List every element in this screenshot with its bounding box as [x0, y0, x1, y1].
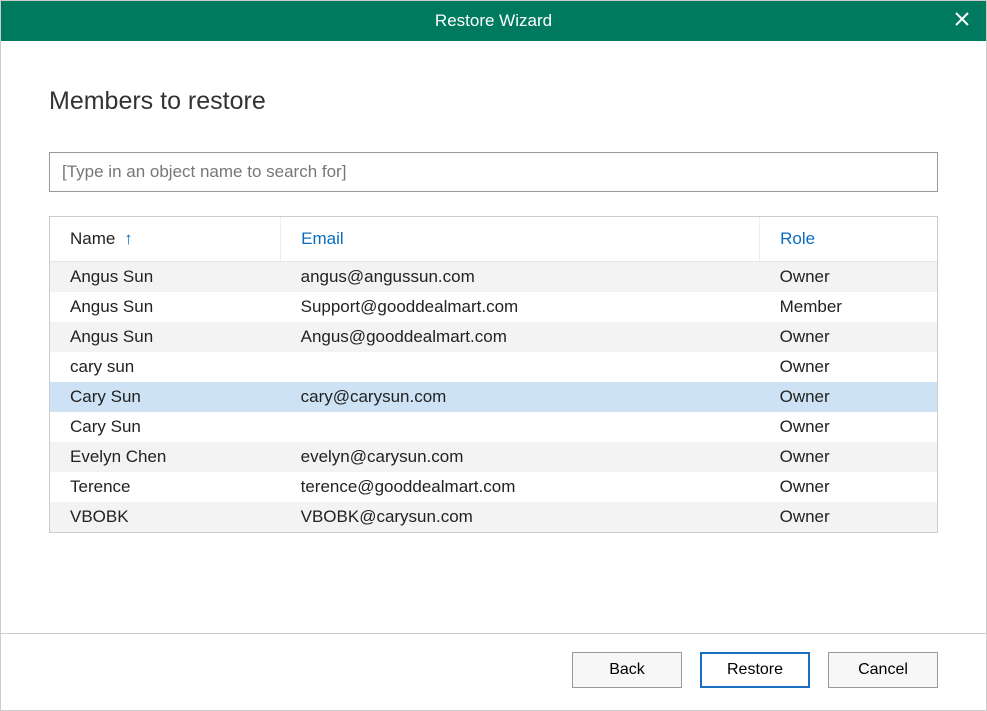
table-row[interactable]: Evelyn Chenevelyn@carysun.comOwner: [50, 442, 937, 472]
cell-email: VBOBK@carysun.com: [281, 502, 760, 532]
cell-role: Member: [760, 292, 937, 322]
cell-role: Owner: [760, 442, 937, 472]
cell-name: cary sun: [50, 352, 281, 382]
table-row[interactable]: VBOBKVBOBK@carysun.comOwner: [50, 502, 937, 532]
cell-name: Evelyn Chen: [50, 442, 281, 472]
table-row[interactable]: Angus SunAngus@gooddealmart.comOwner: [50, 322, 937, 352]
cell-role: Owner: [760, 262, 937, 293]
cell-email: evelyn@carysun.com: [281, 442, 760, 472]
window-title: Restore Wizard: [435, 11, 552, 31]
members-table: Name ↑ Email Role Angus Sunangus@angussu…: [50, 217, 937, 532]
search-input[interactable]: [49, 152, 938, 192]
cell-name: Terence: [50, 472, 281, 502]
content-area: Members to restore Name ↑ Email Role: [1, 41, 986, 633]
cell-email: angus@angussun.com: [281, 262, 760, 293]
cell-email: [281, 352, 760, 382]
cell-role: Owner: [760, 382, 937, 412]
column-header-email[interactable]: Email: [281, 217, 760, 262]
table-row[interactable]: Cary Sun Owner: [50, 412, 937, 442]
cell-role: Owner: [760, 472, 937, 502]
column-header-name-label: Name: [70, 229, 115, 248]
cell-name: Cary Sun: [50, 412, 281, 442]
cell-role: Owner: [760, 352, 937, 382]
cell-role: Owner: [760, 322, 937, 352]
cell-email: cary@carysun.com: [281, 382, 760, 412]
titlebar: Restore Wizard: [1, 1, 986, 41]
sort-indicator-icon: ↑: [124, 229, 133, 248]
page-heading: Members to restore: [49, 87, 938, 116]
back-button[interactable]: Back: [572, 652, 682, 688]
column-header-name[interactable]: Name ↑: [50, 217, 281, 262]
cell-email: [281, 412, 760, 442]
restore-wizard-window: Restore Wizard Members to restore Name ↑: [0, 0, 987, 711]
table-row[interactable]: Terenceterence@gooddealmart.comOwner: [50, 472, 937, 502]
cell-name: Cary Sun: [50, 382, 281, 412]
column-header-role[interactable]: Role: [760, 217, 937, 262]
cell-name: Angus Sun: [50, 292, 281, 322]
table-row[interactable]: Cary Suncary@carysun.comOwner: [50, 382, 937, 412]
close-button[interactable]: [938, 1, 986, 41]
cell-role: Owner: [760, 412, 937, 442]
cell-name: Angus Sun: [50, 322, 281, 352]
restore-button[interactable]: Restore: [700, 652, 810, 688]
cancel-button[interactable]: Cancel: [828, 652, 938, 688]
table-row[interactable]: Angus SunSupport@gooddealmart.comMember: [50, 292, 937, 322]
column-header-email-label: Email: [301, 229, 344, 248]
cell-role: Owner: [760, 502, 937, 532]
table-row[interactable]: cary sun Owner: [50, 352, 937, 382]
cell-name: Angus Sun: [50, 262, 281, 293]
cell-email: Angus@gooddealmart.com: [281, 322, 760, 352]
column-header-role-label: Role: [780, 229, 815, 248]
cell-email: terence@gooddealmart.com: [281, 472, 760, 502]
footer-button-bar: Back Restore Cancel: [1, 633, 986, 710]
cell-name: VBOBK: [50, 502, 281, 532]
table-header-row: Name ↑ Email Role: [50, 217, 937, 262]
close-icon: [955, 11, 969, 31]
table-row[interactable]: Angus Sunangus@angussun.comOwner: [50, 262, 937, 293]
cell-email: Support@gooddealmart.com: [281, 292, 760, 322]
members-table-container: Name ↑ Email Role Angus Sunangus@angussu…: [49, 216, 938, 533]
